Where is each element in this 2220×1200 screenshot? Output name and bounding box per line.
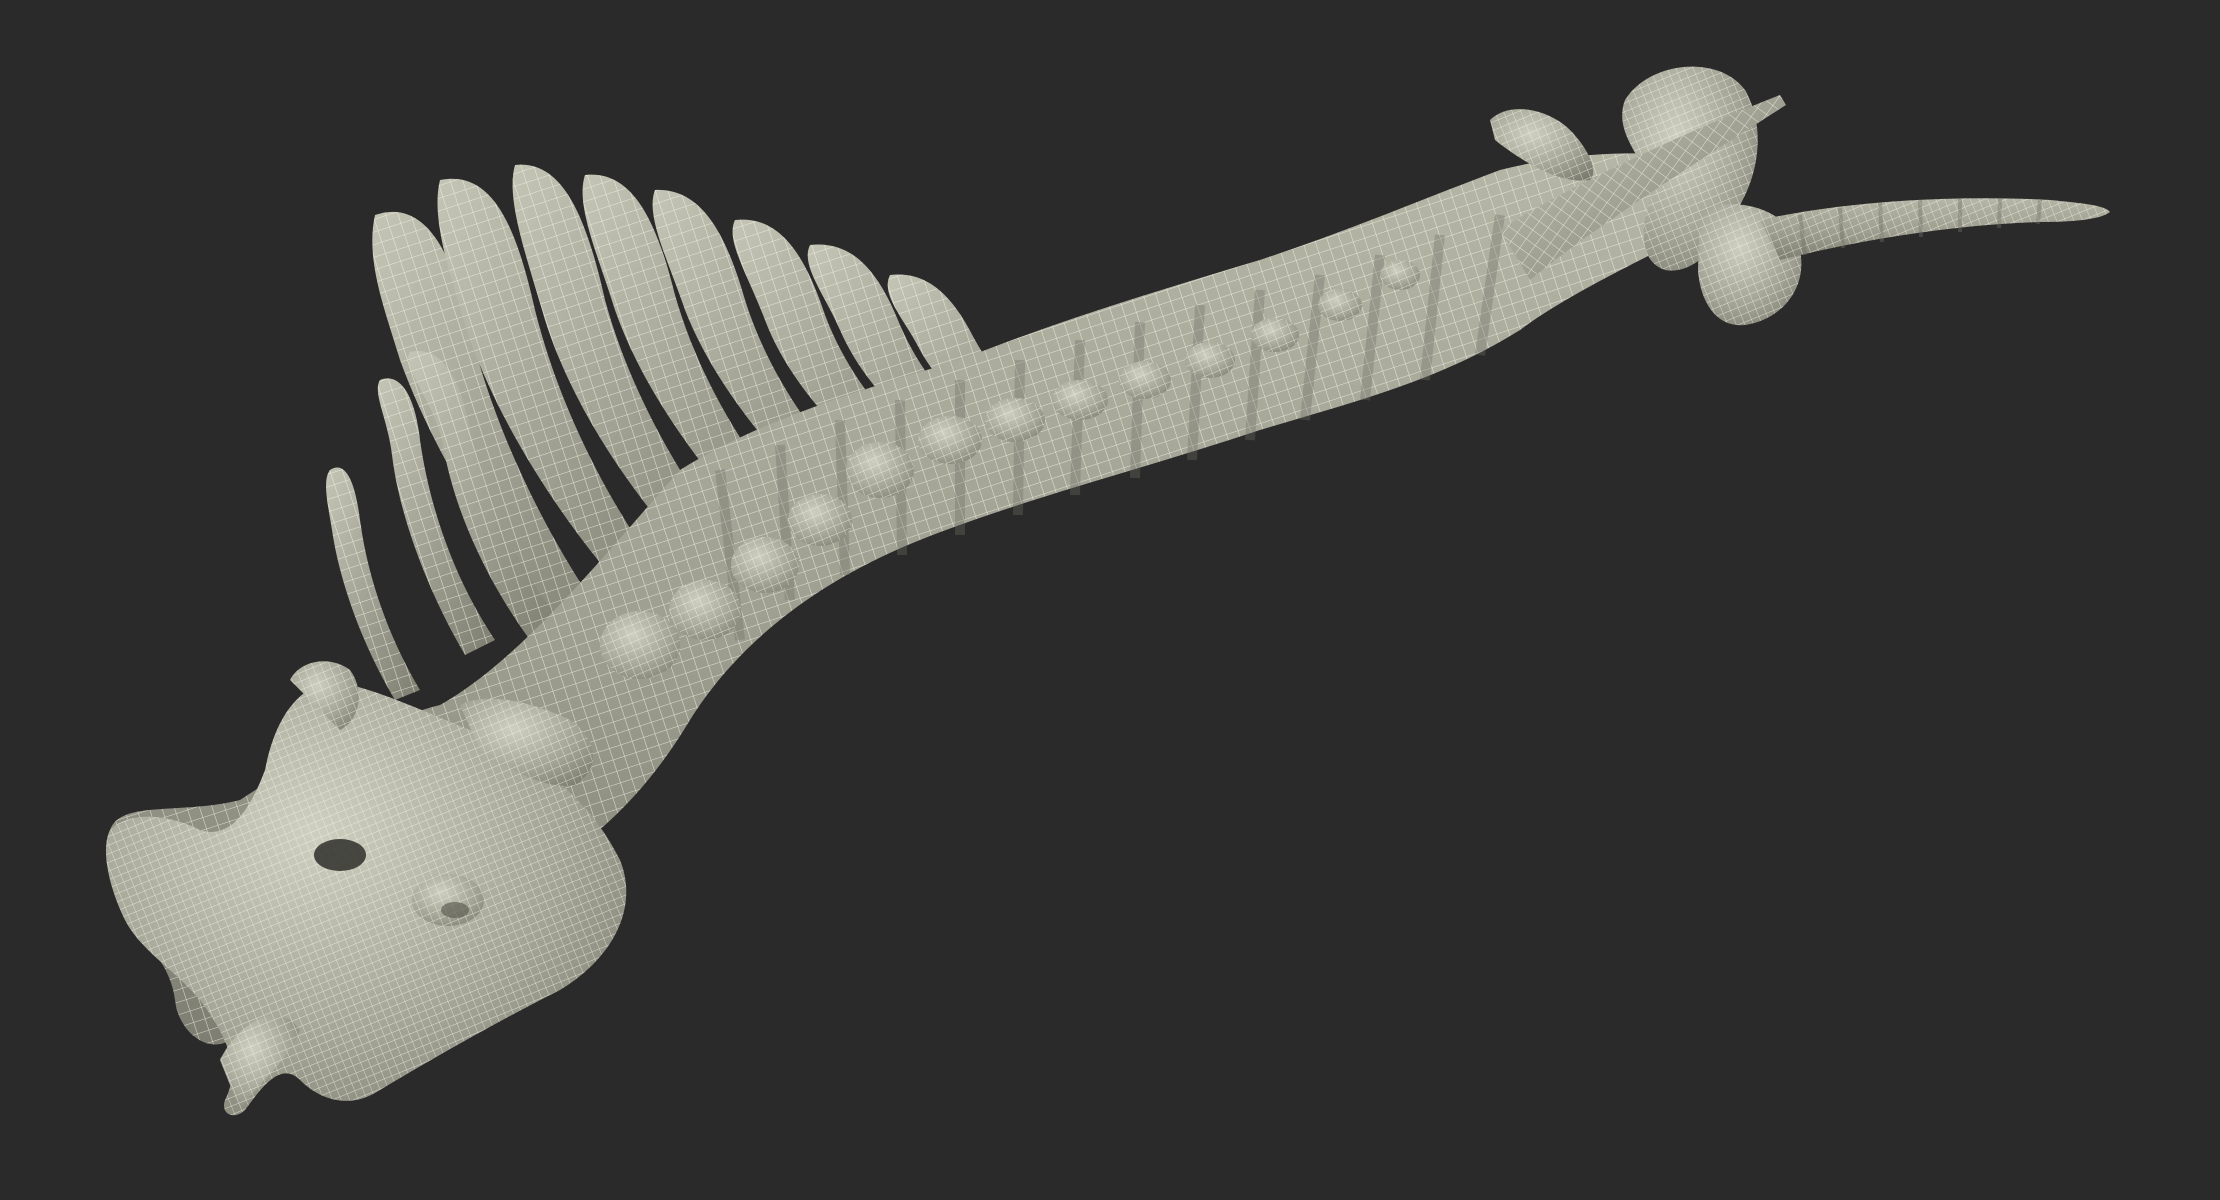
condyle-pit <box>441 902 469 918</box>
foramen-opening <box>314 839 366 871</box>
tail <box>1760 198 2110 260</box>
skeleton-render <box>105 66 2110 1116</box>
render-viewport <box>0 0 2220 1200</box>
skull <box>105 661 627 1116</box>
